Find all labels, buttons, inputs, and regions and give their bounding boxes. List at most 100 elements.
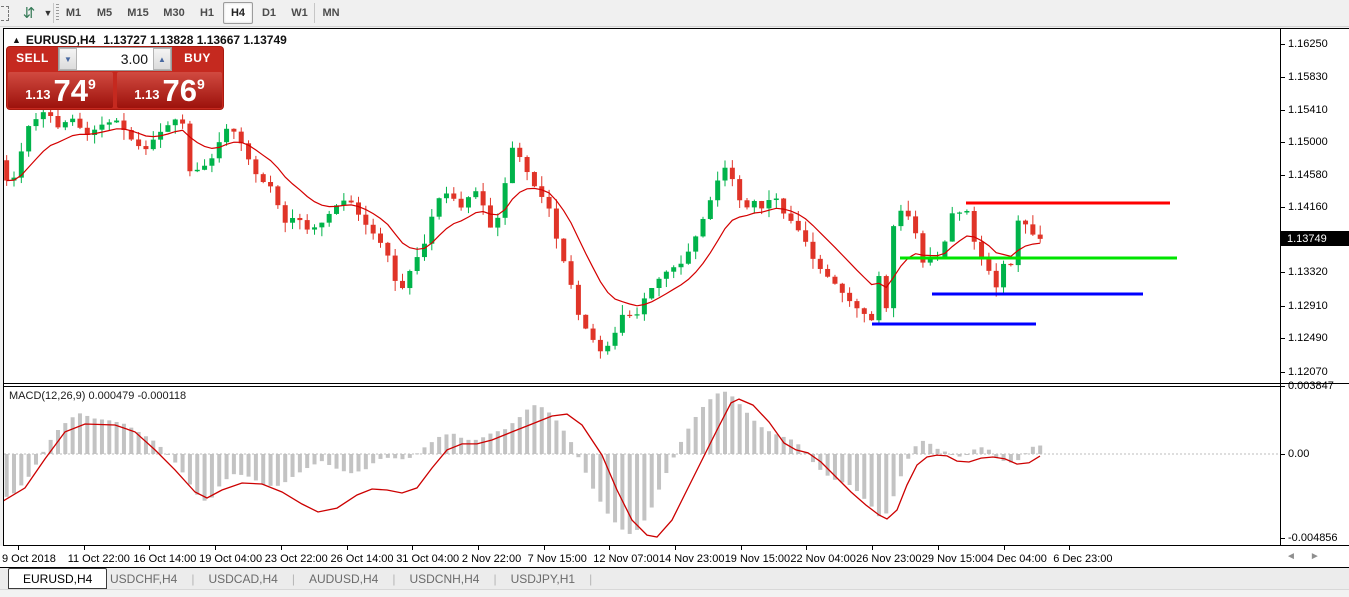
time-axis-tick bbox=[1069, 546, 1070, 550]
time-axis-tick bbox=[806, 546, 807, 550]
one-click-trading-panel: SELL ▼ ▲ BUY 1.13 74 9 1.13 76 9 bbox=[7, 47, 223, 109]
time-axis-label: 19 Nov 15:00 bbox=[725, 553, 790, 565]
tab-usdcad-h4[interactable]: USDCAD,H4 bbox=[194, 572, 291, 586]
volume-group: ▼ ▲ bbox=[58, 47, 172, 71]
macd-axis-label: -0.004856 bbox=[1288, 532, 1338, 544]
tab-usdjpy-h1[interactable]: USDJPY,H1 bbox=[497, 572, 589, 586]
time-axis-label: 14 Nov 23:00 bbox=[659, 553, 724, 565]
buy-price-pip: 9 bbox=[197, 76, 205, 92]
volume-decrease-button[interactable]: ▼ bbox=[59, 48, 77, 70]
time-axis-tick bbox=[412, 546, 413, 550]
sell-price-prefix: 1.13 bbox=[25, 87, 50, 102]
sell-price-main: 74 bbox=[54, 76, 88, 106]
timeframe-button-w1[interactable]: W1 bbox=[285, 2, 314, 24]
buy-price-prefix: 1.13 bbox=[134, 87, 159, 102]
time-axis-tick bbox=[281, 546, 282, 550]
chart-title: ▲EURUSD,H41.13727 1.13828 1.13667 1.1374… bbox=[12, 33, 287, 47]
tab-usdchf-h4[interactable]: USDCHF,H4 bbox=[96, 572, 191, 586]
volume-increase-button[interactable]: ▲ bbox=[153, 48, 171, 70]
scroll-left-icon: ◄ bbox=[1286, 551, 1310, 562]
time-axis-tick bbox=[544, 546, 545, 550]
price-axis-label: 1.14160 bbox=[1288, 201, 1328, 213]
time-axis-tick bbox=[938, 546, 939, 550]
axis-tick bbox=[1280, 77, 1285, 78]
sell-price-display[interactable]: 1.13 74 9 bbox=[8, 72, 113, 108]
timeframe-button-h1[interactable]: H1 bbox=[193, 2, 221, 24]
toolbar-separator bbox=[314, 3, 315, 23]
timeframe-buttons: M1M5M15M30H1H4D1W1MN bbox=[58, 1, 347, 25]
time-axis-label: 22 Nov 04:00 bbox=[790, 553, 855, 565]
tab-audusd-h4[interactable]: AUDUSD,H4 bbox=[295, 572, 392, 586]
axis-tick bbox=[1280, 110, 1285, 111]
price-axis-label: 1.15830 bbox=[1288, 71, 1328, 83]
volume-input[interactable] bbox=[77, 48, 153, 70]
axis-tick bbox=[1280, 454, 1285, 455]
time-axis-tick bbox=[149, 546, 150, 550]
time-axis-tick bbox=[741, 546, 742, 550]
chart-ohlc-values: 1.13727 1.13828 1.13667 1.13749 bbox=[103, 33, 287, 47]
axis-tick bbox=[1280, 207, 1285, 208]
price-axis-label: 1.12910 bbox=[1288, 300, 1328, 312]
axis-tick bbox=[1280, 44, 1285, 45]
price-axis-label: 1.16250 bbox=[1288, 38, 1328, 50]
time-axis-label: 4 Dec 04:00 bbox=[988, 553, 1047, 565]
current-price-tag: 1.13749 bbox=[1281, 231, 1349, 246]
axis-tick bbox=[1280, 386, 1285, 387]
price-axis-label: 1.12070 bbox=[1288, 366, 1328, 378]
time-axis-tick bbox=[872, 546, 873, 550]
price-axis-label: 1.13320 bbox=[1288, 266, 1328, 278]
timeframe-button-m1[interactable]: M1 bbox=[59, 2, 88, 24]
buy-price-main: 76 bbox=[163, 76, 197, 106]
axis-tick bbox=[1280, 142, 1285, 143]
price-axis-label: 1.15000 bbox=[1288, 136, 1328, 148]
macd-axis-label: 0.003847 bbox=[1288, 380, 1334, 392]
axis-tick bbox=[1280, 538, 1285, 539]
timeframe-button-m30[interactable]: M30 bbox=[157, 2, 191, 24]
time-axis-tick bbox=[609, 546, 610, 550]
axis-tick bbox=[1280, 306, 1285, 307]
time-axis-label: 11 Oct 22:00 bbox=[68, 553, 130, 565]
macd-indicator-canvas[interactable] bbox=[4, 387, 1280, 545]
time-axis-tick bbox=[18, 546, 19, 550]
tab-separator: | bbox=[589, 572, 592, 586]
sell-price-pip: 9 bbox=[88, 76, 96, 92]
time-axis-tick bbox=[347, 546, 348, 550]
buy-price-display[interactable]: 1.13 76 9 bbox=[117, 72, 222, 108]
mt4-window: ⇵ ▼ M1M5M15M30H1H4D1W1MN ▲EURUSD,H41.137… bbox=[0, 0, 1349, 597]
macd-axis-label: 0.00 bbox=[1288, 448, 1309, 460]
toolbar-separator bbox=[53, 3, 54, 23]
time-axis-label: 6 Dec 23:00 bbox=[1053, 553, 1112, 565]
buy-button[interactable]: BUY bbox=[172, 47, 223, 69]
timeframe-button-mn[interactable]: MN bbox=[316, 2, 346, 24]
timeframe-button-m5[interactable]: M5 bbox=[90, 2, 119, 24]
timeframe-toolbar: ⇵ ▼ M1M5M15M30H1H4D1W1MN bbox=[0, 0, 1349, 27]
time-axis-label: 23 Oct 22:00 bbox=[265, 553, 328, 565]
timeframe-button-d1[interactable]: D1 bbox=[255, 2, 283, 24]
time-axis-label: 29 Nov 15:00 bbox=[922, 553, 987, 565]
timeframe-button-h4[interactable]: H4 bbox=[223, 2, 253, 24]
macd-indicator-label: MACD(12,26,9) 0.000479 -0.000118 bbox=[9, 390, 186, 402]
arrange-charts-icon[interactable]: ⇵ bbox=[18, 3, 40, 23]
time-axis-label: 26 Oct 14:00 bbox=[331, 553, 394, 565]
tab-eurusd[interactable]: EURUSD,H4 bbox=[8, 568, 107, 589]
axis-tick bbox=[1280, 175, 1285, 176]
axis-tick bbox=[1280, 338, 1285, 339]
time-axis-label: 26 Nov 23:00 bbox=[856, 553, 921, 565]
time-axis-tick bbox=[675, 546, 676, 550]
time-axis[interactable]: ◄► 9 Oct 201811 Oct 22:0016 Oct 14:0019 … bbox=[0, 546, 1349, 567]
time-axis-tick bbox=[478, 546, 479, 550]
tab-usdcnh-h4[interactable]: USDCNH,H4 bbox=[395, 572, 493, 586]
sell-button[interactable]: SELL bbox=[7, 47, 58, 69]
scroll-right-icon: ► bbox=[1310, 551, 1334, 562]
timeframe-button-m15[interactable]: M15 bbox=[121, 2, 155, 24]
crop-tool-icon[interactable] bbox=[0, 3, 10, 23]
price-axis-separator bbox=[1280, 28, 1281, 546]
horizontal-scroll-arrows[interactable]: ◄► bbox=[1286, 551, 1334, 562]
inactive-tabs: USDCHF,H4|USDCAD,H4|AUDUSD,H4|USDCNH,H4|… bbox=[96, 568, 592, 589]
pane-splitter-top[interactable] bbox=[3, 383, 1349, 384]
status-bar bbox=[0, 589, 1349, 597]
collapse-arrow-icon[interactable]: ▲ bbox=[12, 35, 21, 45]
time-axis-label: 2 Nov 22:00 bbox=[462, 553, 521, 565]
time-axis-label: 7 Nov 15:00 bbox=[528, 553, 587, 565]
chart-tab-bar: EURUSD,H4 USDCHF,H4|USDCAD,H4|AUDUSD,H4|… bbox=[0, 567, 1349, 590]
